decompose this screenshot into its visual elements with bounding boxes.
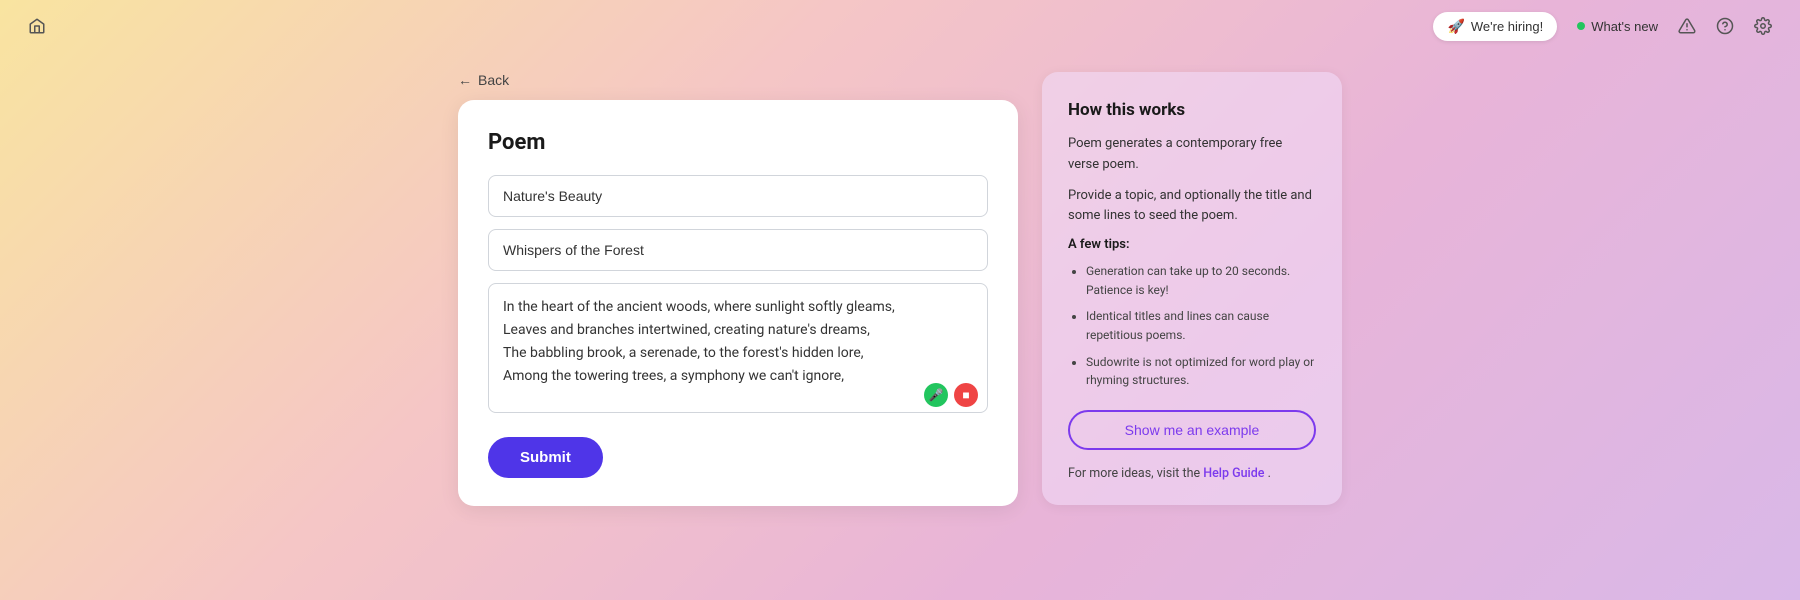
tip-item: Generation can take up to 20 seconds. Pa… — [1086, 262, 1316, 299]
textarea-icon-group: 🎤 ■ — [924, 383, 978, 407]
help-guide-link[interactable]: Help Guide — [1203, 466, 1264, 481]
alert-icon — [1678, 17, 1696, 35]
panel-desc-2: Provide a topic, and optionally the titl… — [1068, 186, 1316, 228]
help-text: For more ideas, visit the Help Guide . — [1068, 466, 1316, 481]
alert-button[interactable] — [1678, 17, 1696, 35]
hiring-label: We're hiring! — [1471, 19, 1543, 34]
show-example-button[interactable]: Show me an example — [1068, 410, 1316, 450]
help-icon — [1716, 17, 1734, 35]
card-title: Poem — [488, 130, 988, 155]
lines-input[interactable] — [488, 229, 988, 271]
help-button[interactable] — [1716, 17, 1734, 35]
hiring-button[interactable]: 🚀 We're hiring! — [1433, 12, 1557, 41]
back-arrow-icon: ← — [458, 72, 472, 88]
tips-heading: A few tips: — [1068, 237, 1316, 252]
panel-desc-1: Poem generates a contemporary free verse… — [1068, 134, 1316, 176]
settings-button[interactable] — [1754, 17, 1772, 35]
rocket-icon: 🚀 — [1447, 18, 1464, 35]
nav-right: 🚀 We're hiring! What's new — [1433, 12, 1772, 41]
tips-list: Generation can take up to 20 seconds. Pa… — [1068, 262, 1316, 390]
main-content: ← Back Poem In the heart of the ancient … — [0, 52, 1800, 600]
home-icon — [28, 17, 46, 35]
whatsnew-button[interactable]: What's new — [1577, 19, 1658, 34]
help-text-suffix: . — [1268, 466, 1271, 481]
gear-icon — [1754, 17, 1772, 35]
help-text-prefix: For more ideas, visit the — [1068, 466, 1203, 481]
green-dot — [1577, 22, 1585, 30]
back-label: Back — [478, 72, 509, 88]
stop-icon[interactable]: ■ — [954, 383, 978, 407]
how-it-works-panel: How this works Poem generates a contempo… — [1042, 72, 1342, 505]
home-button[interactable] — [28, 17, 46, 35]
tip-item: Sudowrite is not optimized for word play… — [1086, 353, 1316, 390]
poem-card: Poem In the heart of the ancient woods, … — [458, 100, 1018, 506]
left-column: ← Back Poem In the heart of the ancient … — [458, 72, 1018, 506]
mic-icon[interactable]: 🎤 — [924, 383, 948, 407]
whatsnew-label: What's new — [1591, 19, 1658, 34]
back-button[interactable]: ← Back — [458, 72, 509, 88]
submit-button[interactable]: Submit — [488, 437, 603, 478]
title-input[interactable] — [488, 175, 988, 217]
top-nav: 🚀 We're hiring! What's new — [0, 0, 1800, 52]
panel-title: How this works — [1068, 100, 1316, 120]
poem-textarea-wrapper: In the heart of the ancient woods, where… — [488, 283, 988, 417]
tip-item: Identical titles and lines can cause rep… — [1086, 307, 1316, 344]
poem-textarea[interactable]: In the heart of the ancient woods, where… — [488, 283, 988, 413]
